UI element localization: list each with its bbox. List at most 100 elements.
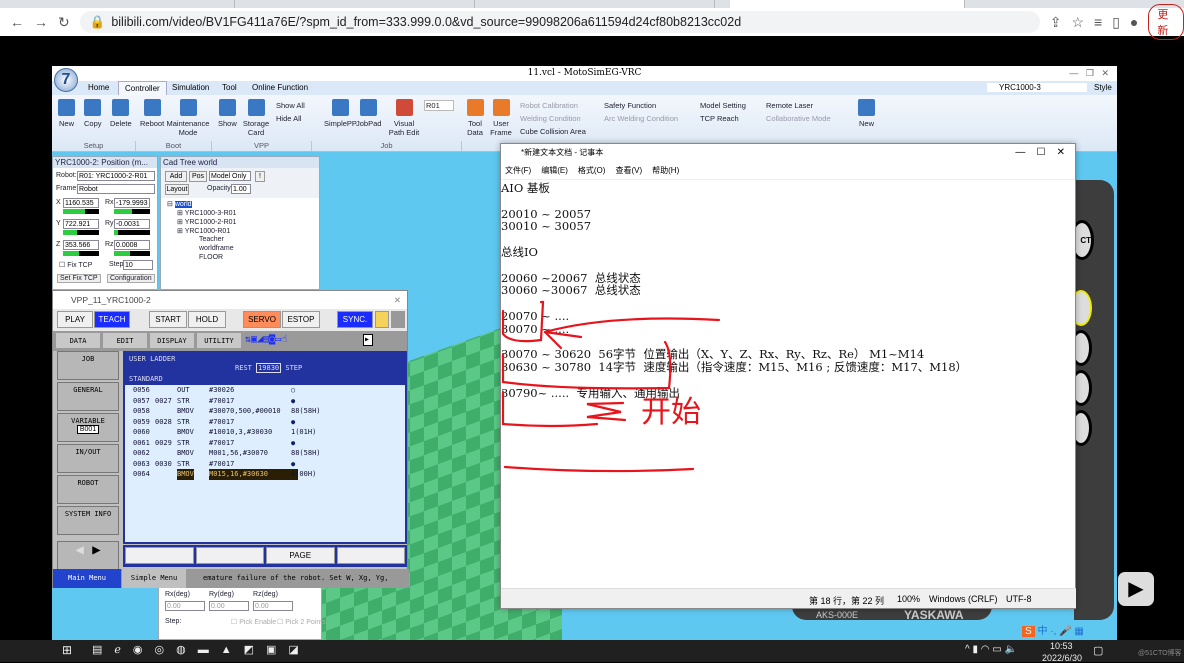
close-icon[interactable]: ✕ xyxy=(394,291,401,309)
rz-field[interactable]: 0.0008 xyxy=(114,240,150,250)
copy-button[interactable]: Copy xyxy=(84,99,102,128)
browser-tab[interactable] xyxy=(240,0,475,8)
remote-laser-button[interactable]: Remote Laser xyxy=(766,101,813,110)
set-fix-tcp-button[interactable]: Set Fix TCP xyxy=(57,274,101,283)
folder-icon[interactable] xyxy=(375,311,389,328)
add-button[interactable]: Add xyxy=(165,171,187,182)
browser-tab[interactable] xyxy=(480,0,715,8)
system-info-button[interactable]: SYSTEM INFO xyxy=(57,506,119,535)
ladder-row[interactable]: 0057 0027 STR #70017 ● xyxy=(125,396,405,407)
storage-card-button[interactable]: Storage Card xyxy=(242,99,270,137)
x-field[interactable]: 1160.535 xyxy=(63,198,99,208)
ry-field[interactable]: 0.00 xyxy=(209,601,249,611)
model-setting-button[interactable]: Model Setting xyxy=(700,101,746,110)
pos-button[interactable]: Pos xyxy=(189,171,207,182)
robot-dropdown[interactable]: R01: YRC1000-2-R01 xyxy=(77,171,155,181)
robot-calibration-button[interactable]: Robot Calibration xyxy=(520,101,578,110)
menu-data[interactable]: DATA xyxy=(55,332,101,349)
safety-function-button[interactable]: Safety Function xyxy=(604,101,656,110)
bilibili-play-icon[interactable]: ▶ xyxy=(1118,572,1154,606)
controller-select[interactable]: YRC1000-3 xyxy=(987,83,1087,92)
arrow-right-icon[interactable]: ▶ xyxy=(92,542,100,558)
collaborative-mode-button[interactable]: Collaborative Mode xyxy=(766,114,831,123)
layout-button[interactable]: Layout xyxy=(165,184,189,195)
robot-select[interactable]: R01 xyxy=(424,100,454,111)
tcp-reach-button[interactable]: TCP Reach xyxy=(700,114,739,123)
address-bar[interactable]: 🔒 bilibili.com/video/BV1FG411a76E/?spm_id… xyxy=(79,11,1040,33)
jobpad-button[interactable]: JobPad xyxy=(356,99,381,128)
vpp-show-button[interactable]: Show xyxy=(218,99,237,128)
estop-button[interactable]: ESTOP xyxy=(282,311,320,328)
new-item-button[interactable]: New xyxy=(858,99,875,128)
ladder-row[interactable]: 0063 0030 STR #70017 ● xyxy=(125,459,405,470)
tab-online-function[interactable]: Online Function xyxy=(252,83,308,92)
pick-enable-checkbox[interactable]: ☐ Pick Enable xyxy=(231,618,276,626)
tab-controller[interactable]: Controller xyxy=(118,81,167,95)
menu-edit[interactable]: EDIT xyxy=(102,332,148,349)
start-button[interactable]: START xyxy=(149,311,187,328)
fkey-2[interactable] xyxy=(195,547,264,564)
ladder-row[interactable]: 0059 0028 STR #70017 ● xyxy=(125,417,405,428)
start-icon[interactable]: ⊞ xyxy=(62,643,72,657)
reading-list-icon[interactable]: ≡ xyxy=(1094,14,1102,30)
hold-button[interactable]: HOLD xyxy=(188,311,226,328)
ladder-row[interactable]: 0056 OUT #30026 ○ xyxy=(125,385,405,396)
fkey-4[interactable] xyxy=(336,547,405,564)
maintenance-mode-button[interactable]: Maintenance Mode xyxy=(166,99,210,137)
reboot-button[interactable]: Reboot xyxy=(140,99,164,128)
y-field[interactable]: 722.921 xyxy=(63,219,99,229)
trash-icon[interactable] xyxy=(391,311,405,328)
update-button[interactable]: 更新 xyxy=(1148,4,1184,40)
show-all-button[interactable]: Show All xyxy=(276,101,305,110)
user-frame-button[interactable]: User Frame xyxy=(490,99,512,137)
exclaim-button[interactable]: ! xyxy=(255,171,265,182)
z-field[interactable]: 353.566 xyxy=(63,240,99,250)
teach-button[interactable]: TEACH xyxy=(94,311,130,328)
tree-node[interactable]: ⊞ YRC1000-2-R01 xyxy=(177,218,236,226)
bookmark-star-icon[interactable]: ☆ xyxy=(1071,14,1084,31)
hide-all-button[interactable]: Hide All xyxy=(276,114,301,123)
mode-dropdown[interactable]: Model Only xyxy=(209,171,251,181)
back-icon[interactable]: ← xyxy=(10,14,24,30)
page-button[interactable]: PAGE xyxy=(266,547,335,564)
sync-button[interactable]: SYNC. xyxy=(337,311,373,328)
tray-icons[interactable]: ^ ▮ ◠ ▭ 🔈 xyxy=(965,644,1017,655)
reload-icon[interactable]: ↻ xyxy=(58,14,70,31)
rx-field[interactable]: 0.00 xyxy=(165,601,205,611)
servo-on-button[interactable]: SERVO ON xyxy=(243,311,281,340)
ladder-row[interactable]: 0061 0029 STR #70017 ● xyxy=(125,438,405,449)
main-menu-button[interactable]: Main Menu xyxy=(53,569,121,588)
ladder-row[interactable]: 0060 BMOV #10010,3,#30030 1(01H) xyxy=(125,427,405,438)
job-button[interactable]: JOB xyxy=(57,351,119,380)
general-button[interactable]: GENERAL xyxy=(57,382,119,411)
ime-toolbar[interactable]: S 中 ·, 🎤 ▦ xyxy=(1022,622,1084,637)
menu-display[interactable]: DISPLAY xyxy=(149,332,195,349)
ladder-row[interactable]: 0062 BMOV M001,56,#30070 88(58H) xyxy=(125,448,405,459)
tree-node[interactable]: FLOOR xyxy=(199,254,223,261)
browser-tab-active[interactable] xyxy=(730,0,965,8)
arrow-left-icon[interactable]: ◀ xyxy=(75,542,83,558)
visual-path-edit-button[interactable]: Visual Path Edit xyxy=(386,99,422,137)
menu-utility[interactable]: UTILITY xyxy=(196,332,242,349)
tree-node[interactable]: ⊞ YRC1000-3-R01 xyxy=(177,209,236,217)
page-icon[interactable]: ▸ xyxy=(363,334,373,346)
opacity-field[interactable]: 1.00 xyxy=(231,184,251,194)
simplepp-button[interactable]: SimplePP xyxy=(324,99,357,128)
tree-node-world[interactable]: ⊟ world xyxy=(167,200,192,208)
new-button[interactable]: New xyxy=(58,99,75,128)
fix-tcp-checkbox[interactable]: ☐ Fix TCP xyxy=(59,261,92,269)
configuration-button[interactable]: Configuration xyxy=(107,274,155,283)
tool-data-button[interactable]: Tool Data xyxy=(464,99,486,137)
in-out-button[interactable]: IN/OUT xyxy=(57,444,119,473)
cube-collision-area-button[interactable]: Cube Collision Area xyxy=(520,127,586,136)
tree-node[interactable]: Teacher xyxy=(199,236,224,243)
rz-field[interactable]: 0.00 xyxy=(253,601,293,611)
profile-icon[interactable]: ● xyxy=(1130,14,1138,30)
variable-button[interactable]: VARIABLE B001 xyxy=(57,413,119,442)
side-panel-icon[interactable]: ▯ xyxy=(1112,14,1120,31)
window-controls[interactable]: — ❐ ✕ xyxy=(1069,66,1109,81)
arc-welding-condition-button[interactable]: Arc Welding Condition xyxy=(604,114,678,123)
browser-tab[interactable] xyxy=(0,0,235,8)
ladder-row[interactable]: 0064 BMOV M015,16,#30630 0(00H) xyxy=(125,469,405,480)
tree-node[interactable]: worldframe xyxy=(199,245,234,252)
